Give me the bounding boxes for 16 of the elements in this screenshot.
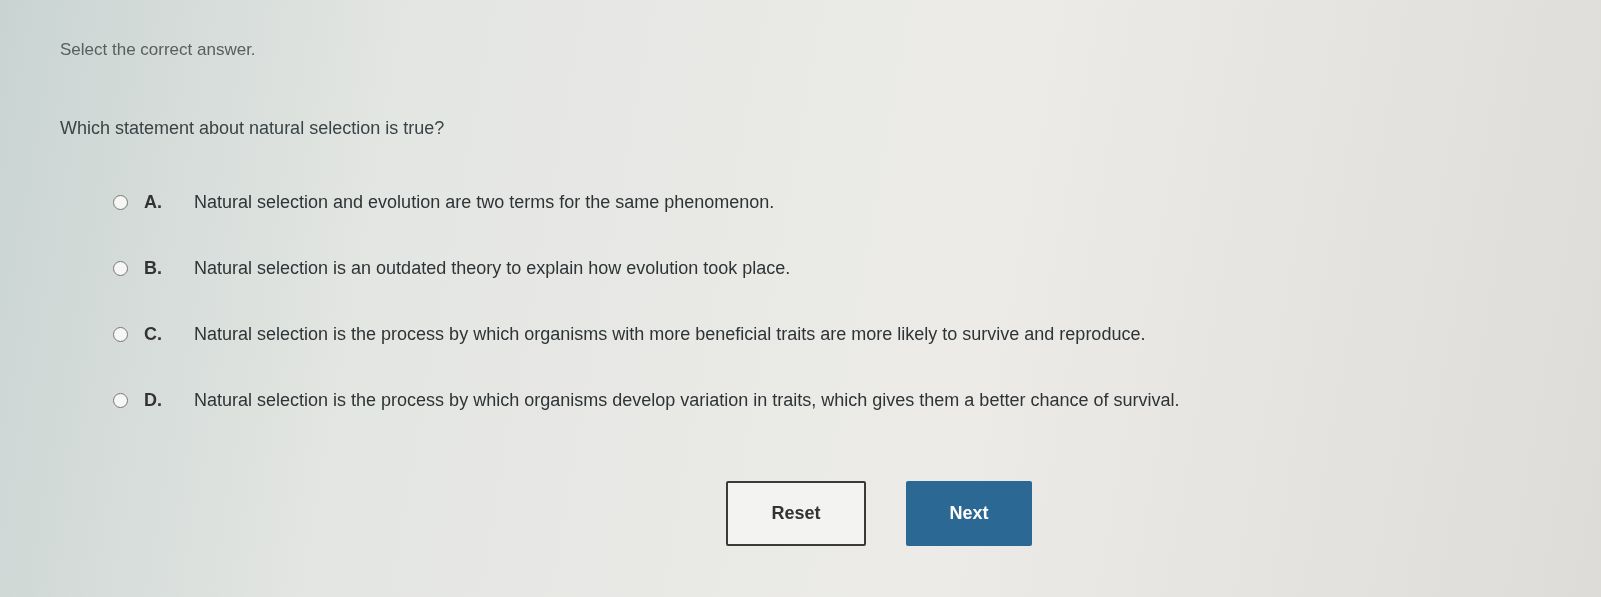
option-letter: D. — [144, 389, 163, 411]
radio-button[interactable] — [113, 260, 128, 276]
option-text[interactable]: Natural selection and evolution are two terms for the same phenomenon. — [194, 191, 775, 213]
radio-button[interactable] — [113, 194, 128, 210]
option-letter: A. — [144, 191, 163, 213]
question-text: Which statement about natural selection is true? — [60, 118, 446, 139]
radio-button[interactable] — [113, 326, 128, 342]
option-letter: B. — [144, 257, 163, 279]
radio-button[interactable] — [113, 392, 128, 408]
reset-button[interactable]: Reset — [726, 481, 866, 546]
option-text[interactable]: Natural selection is the process by which organisms with more beneficial traits are more likely to survive and reproduce. — [194, 323, 1146, 345]
instruction-text: Select the correct answer. — [60, 40, 257, 60]
next-button[interactable]: Next — [906, 481, 1032, 546]
option-text[interactable]: Natural selection is an outdated theory to explain how evolution took place. — [194, 257, 791, 279]
option-text[interactable]: Natural selection is the process by which organisms develop variation in traits, which gives them a better chance of survival. — [194, 389, 1180, 411]
option-letter: C. — [144, 323, 163, 345]
